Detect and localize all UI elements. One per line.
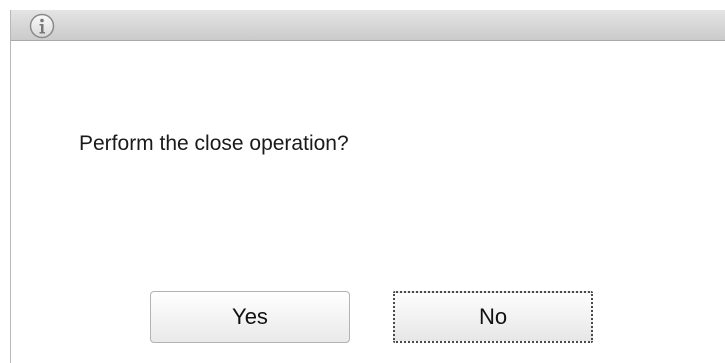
- info-icon: [29, 13, 55, 39]
- no-button[interactable]: No: [393, 291, 593, 343]
- dialog-titlebar[interactable]: [11, 10, 725, 41]
- yes-button[interactable]: Yes: [150, 291, 350, 343]
- dialog-message: Perform the close operation?: [79, 132, 349, 155]
- confirm-dialog: Perform the close operation? Yes No: [10, 10, 725, 363]
